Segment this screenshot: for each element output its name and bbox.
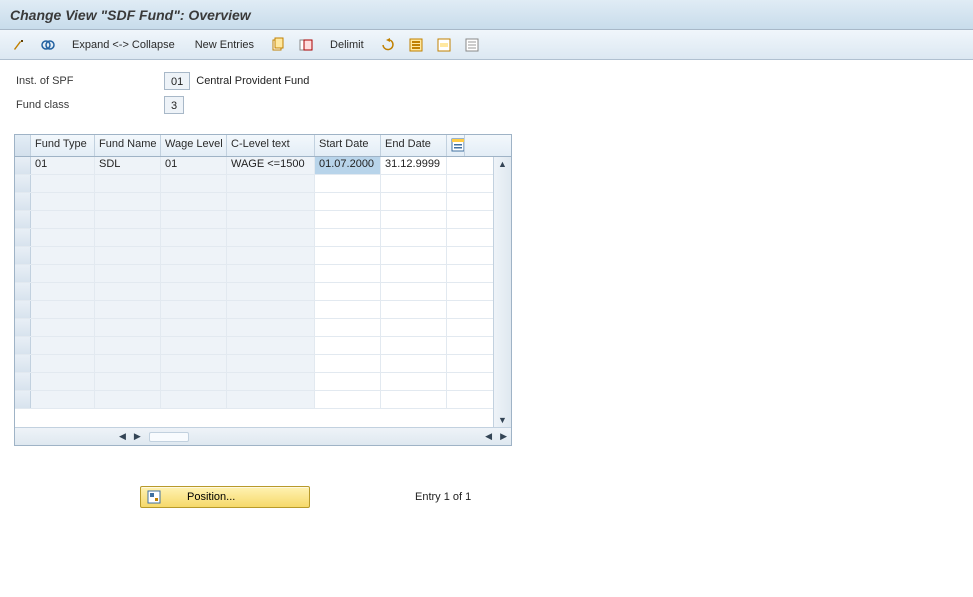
cell-end-date[interactable]: 31.12.9999 — [381, 157, 447, 174]
col-end-date[interactable]: End Date — [381, 135, 447, 156]
undo-icon[interactable] — [376, 35, 400, 55]
other-view-icon[interactable] — [36, 35, 60, 55]
new-entries-button[interactable]: New Entries — [187, 35, 262, 55]
fund-class-value[interactable]: 3 — [164, 96, 184, 114]
scroll-thumb[interactable] — [149, 432, 189, 442]
toolbar: Expand <-> Collapse New Entries Delimit — [0, 30, 973, 60]
select-all-column[interactable] — [15, 135, 31, 156]
copy-icon[interactable] — [266, 35, 290, 55]
table-row[interactable] — [15, 319, 511, 337]
table-row[interactable] — [15, 211, 511, 229]
cell-fund-type[interactable]: 01 — [31, 157, 95, 174]
data-table: Fund Type Fund Name Wage Level C-Level t… — [14, 134, 512, 446]
entry-count: Entry 1 of 1 — [415, 491, 471, 503]
inst-spf-label: Inst. of SPF — [14, 75, 164, 87]
col-start-date[interactable]: Start Date — [315, 135, 381, 156]
inst-spf-value[interactable]: 01 — [164, 72, 190, 90]
scroll-right-icon[interactable]: ▶ — [130, 431, 145, 442]
table-row[interactable] — [15, 175, 511, 193]
position-icon — [147, 490, 161, 504]
table-row[interactable] — [15, 301, 511, 319]
select-block-icon[interactable] — [432, 35, 456, 55]
horizontal-scrollbar[interactable]: ◀ ▶ ◀ ▶ — [15, 427, 511, 445]
form-row-fund-class: Fund class 3 — [14, 94, 959, 116]
expand-collapse-button[interactable]: Expand <-> Collapse — [64, 35, 183, 55]
cell-c-level-text[interactable]: WAGE <=1500 — [227, 157, 315, 174]
scroll-up-icon[interactable]: ▲ — [498, 159, 507, 169]
scroll-left-end-icon[interactable]: ◀ — [481, 431, 496, 442]
row-selector[interactable] — [15, 157, 31, 174]
table-row[interactable] — [15, 247, 511, 265]
table-row[interactable] — [15, 229, 511, 247]
select-all-icon[interactable] — [404, 35, 428, 55]
table-row[interactable]: 01 SDL 01 WAGE <=1500 01.07.2000 31.12.9… — [15, 157, 511, 175]
form-row-inst-spf: Inst. of SPF 01 Central Provident Fund — [14, 70, 959, 92]
table-settings-icon[interactable] — [447, 135, 465, 156]
table-body: 01 SDL 01 WAGE <=1500 01.07.2000 31.12.9… — [15, 157, 511, 427]
table-row[interactable] — [15, 265, 511, 283]
footer: Position... Entry 1 of 1 — [0, 486, 973, 508]
table-row[interactable] — [15, 337, 511, 355]
position-button[interactable]: Position... — [140, 486, 310, 508]
cell-start-date[interactable]: 01.07.2000 — [315, 157, 381, 174]
scroll-left-icon[interactable]: ◀ — [115, 431, 130, 442]
scroll-right-end-icon[interactable]: ▶ — [496, 431, 511, 442]
change-display-toggle-icon[interactable] — [8, 35, 32, 55]
table-row[interactable] — [15, 283, 511, 301]
table-row[interactable] — [15, 391, 511, 409]
fund-class-label: Fund class — [14, 99, 164, 111]
scroll-down-icon[interactable]: ▼ — [498, 415, 507, 425]
table-row[interactable] — [15, 373, 511, 391]
title-bar: Change View "SDF Fund": Overview — [0, 0, 973, 30]
col-wage-level[interactable]: Wage Level — [161, 135, 227, 156]
inst-spf-desc: Central Provident Fund — [196, 75, 309, 87]
col-fund-name[interactable]: Fund Name — [95, 135, 161, 156]
table-header-row: Fund Type Fund Name Wage Level C-Level t… — [15, 135, 511, 157]
deselect-all-icon[interactable] — [460, 35, 484, 55]
form-area: Inst. of SPF 01 Central Provident Fund F… — [0, 60, 973, 124]
delimit-button[interactable]: Delimit — [322, 35, 372, 55]
position-label: Position... — [187, 491, 235, 503]
vertical-scrollbar[interactable]: ▲ ▼ — [493, 157, 511, 427]
cell-fund-name[interactable]: SDL — [95, 157, 161, 174]
col-c-level-text[interactable]: C-Level text — [227, 135, 315, 156]
col-fund-type[interactable]: Fund Type — [31, 135, 95, 156]
cell-wage-level[interactable]: 01 — [161, 157, 227, 174]
page-title: Change View "SDF Fund": Overview — [10, 7, 251, 23]
table-row[interactable] — [15, 193, 511, 211]
table-row[interactable] — [15, 355, 511, 373]
delete-icon[interactable] — [294, 35, 318, 55]
